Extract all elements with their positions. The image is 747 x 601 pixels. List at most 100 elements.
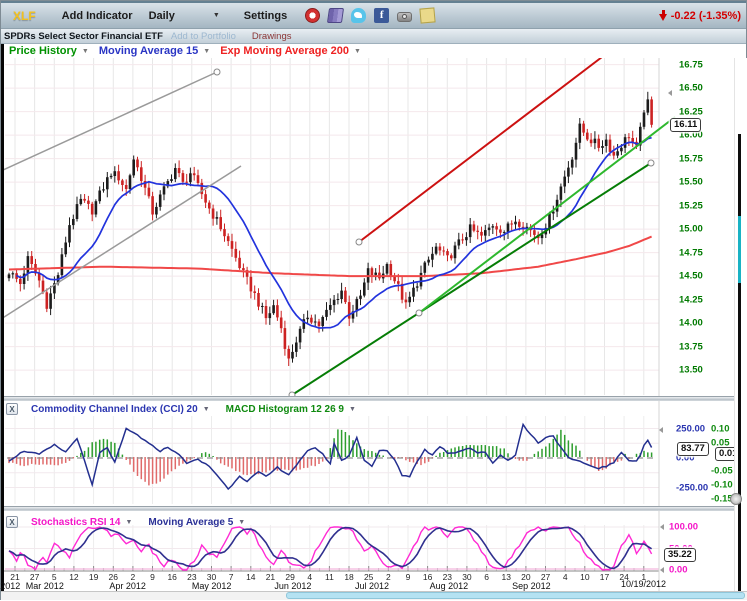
month-label: May 2012: [192, 581, 232, 591]
chevron-down-icon[interactable]: ▼: [82, 48, 89, 55]
green-trendline-steep: [419, 117, 675, 313]
indicator-bar: Price History ▼ Moving Average 15 ▼ Exp …: [1, 44, 746, 58]
panel-separator[interactable]: [1, 396, 746, 401]
stoch-tick-label: 0.00: [669, 565, 688, 576]
notes-icon[interactable]: [420, 7, 436, 23]
chevron-down-icon[interactable]: ▼: [354, 48, 361, 55]
cci-panel-header: X Commodity Channel Index (CCI) 20 ▼ MAC…: [1, 402, 356, 416]
stoch-value-badge: 35.22: [664, 548, 696, 562]
day-tick-label: 17: [600, 572, 609, 582]
month-label: Sep 2012: [512, 581, 551, 591]
price-tick-label: 15.75: [679, 153, 703, 164]
timeframe-value: Daily: [149, 10, 175, 22]
chevron-down-icon[interactable]: ▼: [203, 48, 210, 55]
instrument-name: SPDRs Select Sector Financial ETF: [4, 31, 163, 42]
stoch-indicator-dropdown[interactable]: Stochastics RSI 14: [31, 517, 120, 528]
stoch-tick-label: 100.00: [669, 522, 698, 533]
day-tick-label: 9: [406, 572, 411, 582]
axis-collapse-icon[interactable]: [660, 567, 664, 573]
month-label: Mar 2012: [26, 581, 64, 591]
day-tick-label: 6: [484, 572, 489, 582]
day-tick-label: 19: [89, 572, 98, 582]
stoch-ma-dropdown[interactable]: Moving Average 5: [148, 517, 233, 528]
chevron-down-icon: ▼: [213, 12, 220, 19]
change-value: -0.22 (-1.35%): [671, 10, 741, 22]
month-label: Apr 2012: [109, 581, 146, 591]
ma15-dropdown[interactable]: Moving Average 15: [99, 45, 198, 57]
vertical-scrollbar-highlight: [738, 216, 741, 283]
drawings-link[interactable]: Drawings: [252, 31, 292, 42]
price-tick-label: 13.75: [679, 341, 703, 352]
horizontal-scrollbar-thumb[interactable]: [286, 592, 745, 599]
cci-value-badge: 83.77: [677, 442, 709, 456]
day-tick-label: 14: [246, 572, 255, 582]
price-tick-label: 14.00: [679, 318, 703, 329]
main-toolbar: XLF Add Indicator Daily ▼ Settings -0.22…: [1, 1, 746, 29]
last-date-label: 10/19/2012: [621, 579, 666, 589]
cci-tick-label: -250.00: [676, 482, 708, 493]
price-tick-label: 16.25: [679, 106, 703, 117]
price-tick-label: 15.25: [679, 200, 703, 211]
vertical-scrollbar-thumb[interactable]: [738, 134, 741, 593]
twitter-icon[interactable]: [351, 8, 366, 23]
price-history-dropdown[interactable]: Price History: [9, 45, 77, 57]
chevron-down-icon[interactable]: ▼: [349, 406, 356, 413]
price-change: -0.22 (-1.35%): [659, 10, 741, 22]
price-tick-label: 14.25: [679, 294, 703, 305]
axis-collapse-icon[interactable]: [660, 524, 664, 530]
snapshot-icon[interactable]: [397, 12, 412, 22]
axis-collapse-icon[interactable]: [659, 427, 663, 433]
chevron-down-icon[interactable]: ▼: [125, 519, 132, 526]
month-label: 2012: [0, 581, 20, 591]
chart-window: 16.7516.5016.2516.0015.7515.5015.2515.00…: [0, 0, 747, 600]
day-tick-label: 18: [344, 572, 353, 582]
symbol-label[interactable]: XLF: [13, 9, 36, 23]
ema200-line: [9, 237, 652, 277]
day-tick-label: 16: [167, 572, 176, 582]
price-tick-label: 16.50: [679, 83, 703, 94]
settings-button[interactable]: Settings: [244, 10, 287, 22]
gray-channel-lower: [1, 166, 241, 319]
macd-tick-label: 0.10: [711, 424, 730, 435]
month-label: Jun 2012: [274, 581, 311, 591]
add-indicator-button[interactable]: Add Indicator: [62, 10, 133, 22]
price-tick-label: 14.75: [679, 247, 703, 258]
price-tick-label: 14.50: [679, 271, 703, 282]
ema200-dropdown[interactable]: Exp Moving Average 200: [220, 45, 349, 57]
down-arrow-icon: [659, 10, 668, 22]
day-tick-label: 10: [580, 572, 589, 582]
price-tick-label: 15.50: [679, 177, 703, 188]
timeframe-select[interactable]: Daily ▼: [149, 10, 220, 22]
facebook-icon[interactable]: [374, 8, 389, 23]
toolbar-icons: [301, 8, 439, 23]
month-label: Jul 2012: [355, 581, 389, 591]
green-trendline-long: [292, 163, 651, 395]
macd-tick-label: -0.05: [711, 466, 733, 477]
cci-indicator-dropdown[interactable]: Commodity Channel Index (CCI) 20: [31, 404, 198, 415]
day-tick-label: 13: [502, 572, 511, 582]
price-tick-label: 15.00: [679, 224, 703, 235]
portfolio-icon[interactable]: [327, 8, 344, 23]
panel-separator[interactable]: [1, 506, 746, 511]
macd-indicator-dropdown[interactable]: MACD Histogram 12 26 9: [226, 404, 344, 415]
month-label: Aug 2012: [430, 581, 469, 591]
day-tick-label: 11: [325, 572, 334, 582]
chevron-down-icon[interactable]: ▼: [203, 406, 210, 413]
stoch-panel-header: X Stochastics RSI 14 ▼ Moving Average 5 …: [1, 515, 245, 529]
panel-options-icon[interactable]: [730, 493, 742, 505]
close-panel-button[interactable]: X: [6, 403, 18, 415]
cci-tick-label: 250.00: [676, 423, 705, 434]
macd-tick-label: -0.10: [711, 480, 733, 491]
axis-collapse-icon[interactable]: [668, 90, 672, 96]
left-edge-bar: [1, 44, 4, 591]
stoch-ma-line: [9, 527, 652, 568]
price-tick-label: 16.75: [679, 59, 703, 70]
alerts-icon[interactable]: [305, 8, 320, 23]
chart-canvas[interactable]: [1, 1, 747, 601]
price-tick-label: 13.50: [679, 365, 703, 376]
close-panel-button[interactable]: X: [6, 516, 18, 528]
subtitle-bar: SPDRs Select Sector Financial ETF Add to…: [1, 29, 746, 44]
chevron-down-icon[interactable]: ▼: [238, 519, 245, 526]
day-tick-label: 4: [563, 572, 568, 582]
add-to-portfolio-link[interactable]: Add to Portfolio: [171, 31, 236, 42]
